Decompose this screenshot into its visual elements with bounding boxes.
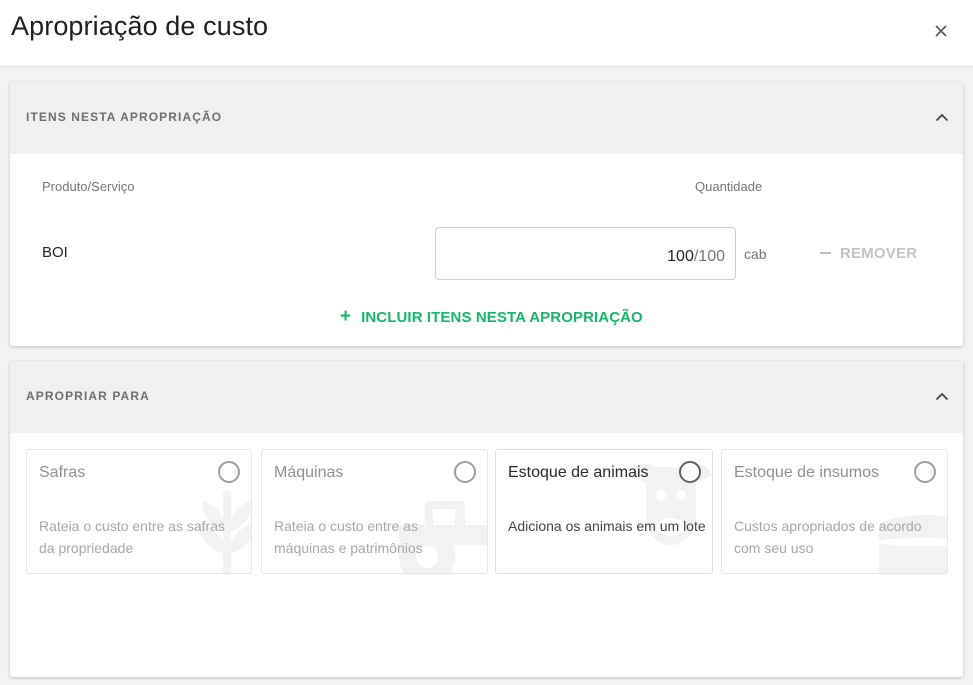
option-safras[interactable]: Safras Rateia o custo entre as safras da… — [26, 449, 252, 574]
items-section-card: ITENS NESTA APROPRIAÇÃO Produto/Serviço … — [10, 82, 963, 346]
option-radio[interactable] — [914, 461, 936, 483]
chevron-up-icon — [935, 392, 949, 400]
items-section-collapse-button[interactable] — [932, 107, 952, 127]
dialog-title: Apropriação de custo — [11, 11, 269, 41]
option-maquinas[interactable]: Máquinas Rateia o custo entre as máquina… — [261, 449, 488, 574]
option-radio[interactable] — [679, 461, 701, 483]
add-items-label: INCLUIR ITENS NESTA APROPRIAÇÃO — [361, 308, 643, 326]
plus-icon: + — [340, 305, 352, 327]
quantity-unit: cab — [744, 246, 767, 262]
item-name: BOI — [42, 244, 68, 261]
option-title: Safras — [39, 464, 86, 481]
quantity-input[interactable]: 100/100 — [435, 227, 736, 280]
column-header-quantity: Quantidade — [695, 179, 763, 194]
column-header-product: Produto/Serviço — [42, 179, 135, 194]
target-section-header[interactable]: APROPRIAR PARA — [10, 361, 963, 433]
chevron-up-icon — [935, 113, 949, 121]
target-section-collapse-button[interactable] — [932, 386, 952, 406]
items-section-title: ITENS NESTA APROPRIAÇÃO — [26, 110, 223, 124]
option-radio[interactable] — [454, 461, 476, 483]
minus-icon — [820, 252, 831, 254]
option-estoque-de-insumos[interactable]: Estoque de insumos Custos apropriados de… — [721, 449, 948, 574]
remove-item-label: REMOVER — [840, 244, 918, 262]
option-description: Rateia o custo entre as máquinas e patri… — [274, 518, 423, 556]
items-section-header[interactable]: ITENS NESTA APROPRIAÇÃO — [10, 82, 963, 154]
option-estoque-de-animais[interactable]: Estoque de animais Adiciona os animais e… — [495, 449, 713, 574]
option-description: Rateia o custo entre as safras da propri… — [39, 518, 225, 556]
option-description: Custos apropriados de acordo com seu uso — [734, 518, 922, 556]
target-section-title: APROPRIAR PARA — [26, 389, 150, 403]
close-icon — [935, 25, 947, 37]
option-radio[interactable] — [218, 461, 240, 483]
option-title: Estoque de animais — [508, 464, 649, 481]
quantity-value: 100/100 — [667, 248, 725, 266]
remove-item-button[interactable]: REMOVER — [820, 242, 917, 264]
dialog-header: Apropriação de custo — [0, 0, 973, 67]
quantity-total: /100 — [693, 248, 725, 265]
option-title: Máquinas — [274, 464, 344, 481]
option-description: Adiciona os animais em um lote — [508, 518, 706, 534]
option-title: Estoque de insumos — [734, 464, 879, 481]
add-items-button[interactable]: + INCLUIR ITENS NESTA APROPRIAÇÃO — [340, 306, 643, 328]
target-section-card: APROPRIAR PARA Safras Rateia o custo ent… — [10, 361, 963, 677]
quantity-current: 100 — [667, 248, 694, 265]
close-button[interactable] — [930, 20, 952, 42]
